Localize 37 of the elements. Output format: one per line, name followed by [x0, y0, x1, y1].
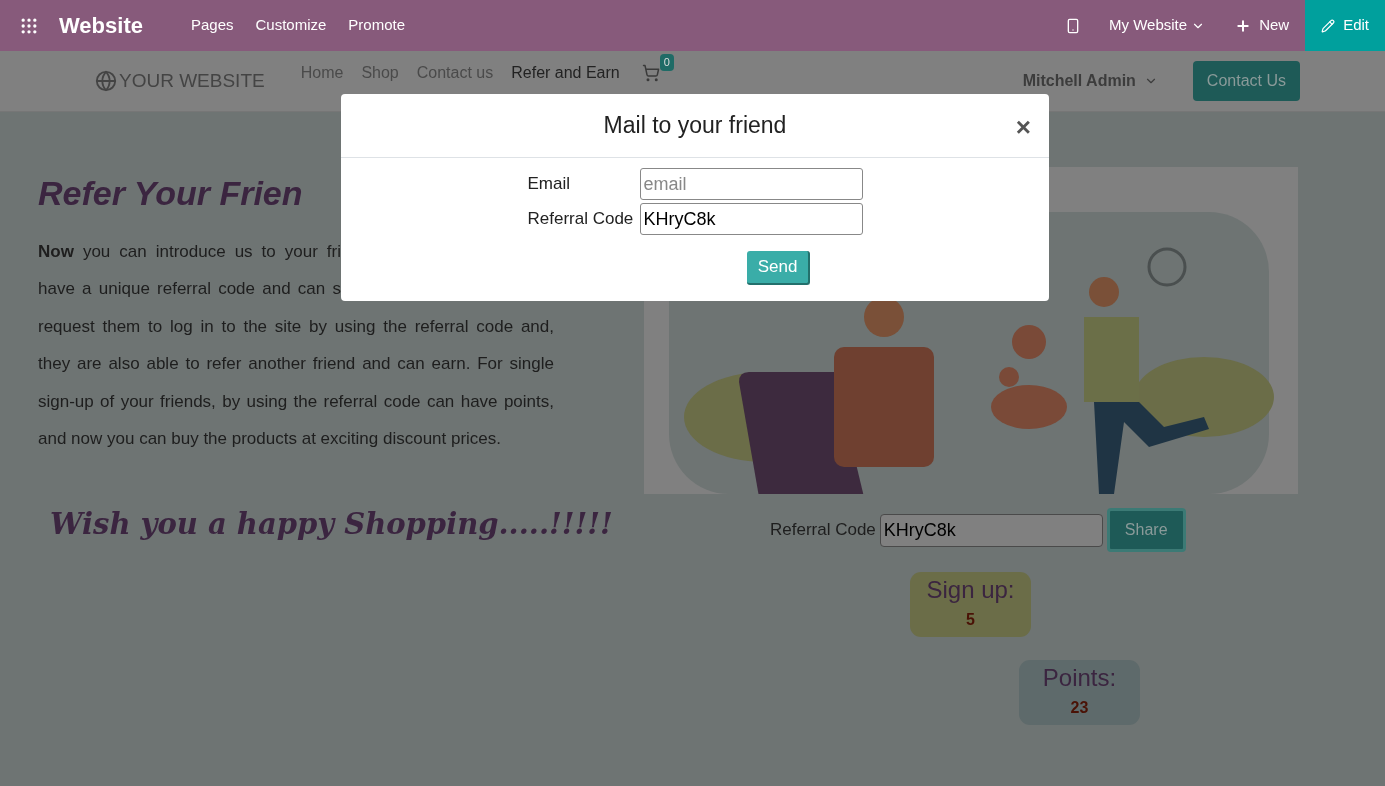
field-label: Email	[527, 173, 571, 196]
send-button[interactable]: Send	[746, 251, 811, 285]
pencil-icon	[1321, 18, 1336, 33]
edit-button[interactable]: Edit	[1305, 0, 1385, 51]
stat-label: Points:	[1042, 663, 1117, 693]
field-label: Referral Code	[527, 208, 635, 231]
site-logo: YOUR WEBSITE	[119, 68, 265, 93]
stat-value: 5	[966, 610, 975, 630]
dialog-title: Mail to your friend	[603, 111, 787, 141]
share-button[interactable]: Share	[1106, 508, 1186, 552]
close-button[interactable]: ×	[1015, 108, 1031, 147]
stat-value: 23	[1070, 698, 1089, 718]
paragraph-line: have a unique referral code and can s	[38, 278, 341, 301]
website-switcher[interactable]: My Website	[1109, 14, 1206, 37]
app-title: Website	[59, 12, 143, 40]
paragraph-line: request them to log in to the site by using the referral code and,	[38, 315, 554, 338]
user-menu[interactable]: Mitchell Admin	[1022, 69, 1158, 93]
menu-item[interactable]: Pages	[190, 14, 234, 37]
globe-icon	[95, 70, 117, 92]
paragraph-line: Now you can introduce us to your fri	[38, 241, 341, 263]
page-heading: Refer Your Frien	[38, 173, 303, 214]
menu-item[interactable]: Promote	[348, 14, 406, 37]
input-field[interactable]: email	[639, 168, 863, 200]
paragraph-line: they are also able to refer another friend and can earn. For single	[38, 353, 554, 376]
cart-count-badge: 0	[659, 54, 674, 71]
input-field[interactable]: KHryC8k	[639, 203, 863, 235]
paragraph-line: sign-up of your friends, by using the referral code can have points,	[38, 390, 554, 413]
cart-icon	[641, 64, 660, 82]
menu-item[interactable]: Customize	[255, 14, 327, 37]
contact-us-button[interactable]: Contact Us	[1192, 61, 1300, 101]
new-button[interactable]: New	[1235, 14, 1290, 37]
paragraph-line: and now you can buy the products at exciting discount prices.	[38, 427, 503, 450]
referral-code-label: Referral Code	[770, 519, 876, 542]
stat-label: Sign up:	[926, 575, 1015, 605]
closing-message: Wish you a happy Shopping.....!!!!!	[50, 506, 614, 543]
nav-link[interactable]: Refer and Earn	[511, 61, 620, 85]
referral-code-field[interactable]: KHryC8k	[879, 513, 1103, 547]
